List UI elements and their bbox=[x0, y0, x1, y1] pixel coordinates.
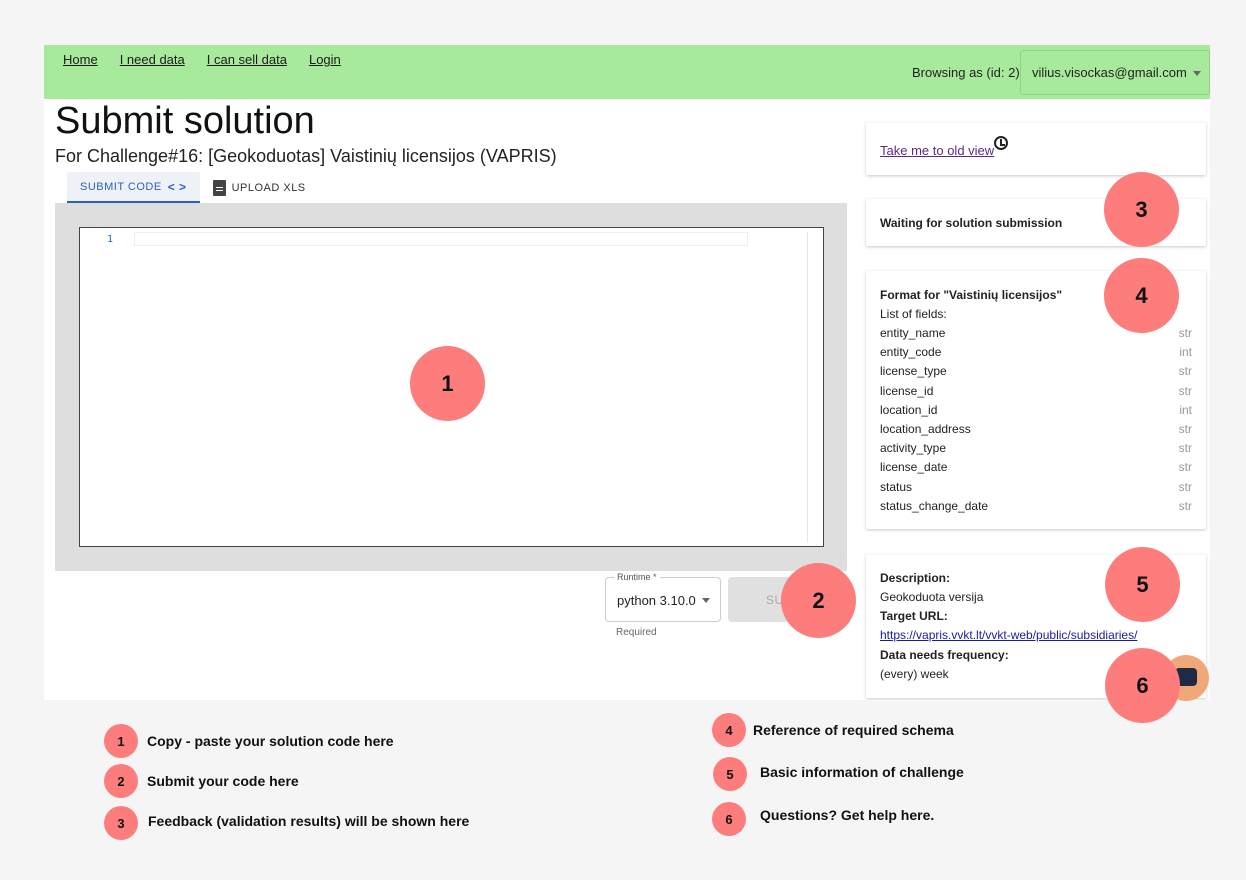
code-line[interactable] bbox=[134, 232, 748, 246]
runtime-select[interactable]: Runtime * python 3.10.0 bbox=[605, 572, 721, 622]
marker-2: 2 bbox=[781, 563, 856, 638]
legend-text-2: Submit your code here bbox=[147, 773, 299, 789]
old-view-link[interactable]: Take me to old view bbox=[880, 143, 994, 158]
field-name: status bbox=[880, 479, 913, 494]
field-row: activity_type str bbox=[880, 441, 1192, 460]
nav-login-link[interactable]: Login bbox=[309, 52, 341, 67]
format-title: Format for "Vaistinių licensijos" bbox=[880, 288, 1063, 302]
user-select[interactable]: vilius.visockas@gmail.com bbox=[1020, 50, 1210, 95]
browsing-as-label: Browsing as (id: 2) bbox=[912, 65, 1020, 80]
fields-list: entity_name str entity_code int license_type… bbox=[880, 326, 1192, 518]
legend-text-1: Copy - paste your solution code here bbox=[147, 733, 394, 749]
field-name: license_id bbox=[880, 383, 934, 398]
field-row: entity_code int bbox=[880, 345, 1192, 364]
field-name: license_date bbox=[880, 460, 948, 475]
nav-i-need-data-link[interactable]: I need data bbox=[120, 52, 185, 67]
field-name: activity_type bbox=[880, 441, 947, 456]
marker-3: 3 bbox=[1104, 172, 1179, 247]
field-name: entity_code bbox=[880, 345, 942, 360]
field-row: location_id int bbox=[880, 403, 1192, 422]
field-type: str bbox=[1178, 326, 1192, 340]
editor-scrollbar[interactable] bbox=[807, 232, 808, 542]
top-bar: Home I need data I can sell data Login B… bbox=[44, 45, 1210, 99]
field-row: license_type str bbox=[880, 364, 1192, 383]
runtime-helper-text: Required bbox=[616, 627, 657, 638]
legend-text-5: Basic information of challenge bbox=[760, 764, 964, 780]
target-url-label: Target URL: bbox=[880, 609, 948, 623]
legend-text-3: Feedback (validation results) will be sh… bbox=[148, 813, 470, 829]
legend-marker-3: 3 bbox=[104, 806, 138, 840]
field-type: int bbox=[1179, 345, 1192, 360]
old-view-card: Take me to old view bbox=[866, 123, 1206, 175]
marker-1: 1 bbox=[410, 346, 485, 421]
field-name: location_id bbox=[880, 402, 938, 417]
nav-i-can-sell-data-link[interactable]: I can sell data bbox=[207, 52, 287, 67]
frequency-value: (every) week bbox=[880, 667, 949, 681]
field-type: str bbox=[1178, 421, 1192, 436]
target-url-link[interactable]: https://vapris.vvkt.lt/vvkt-web/public/s… bbox=[880, 628, 1137, 642]
tab-upload-xls[interactable]: Upload XLS bbox=[200, 172, 319, 203]
field-type: str bbox=[1178, 441, 1192, 456]
field-row: license_id str bbox=[880, 384, 1192, 403]
tab-submit-code[interactable]: Submit code < > bbox=[67, 172, 200, 203]
field-type: str bbox=[1178, 383, 1192, 398]
runtime-label: Runtime * bbox=[614, 572, 660, 582]
tab-upload-xls-label: Upload XLS bbox=[231, 181, 306, 194]
app-window: Home I need data I can sell data Login B… bbox=[44, 45, 1210, 700]
caret-down-icon bbox=[1193, 71, 1201, 76]
legend-marker-2: 2 bbox=[104, 764, 138, 798]
field-type: str bbox=[1178, 460, 1192, 475]
code-icon: < > bbox=[167, 179, 187, 194]
field-name: license_type bbox=[880, 364, 947, 379]
legend-marker-4: 4 bbox=[712, 713, 746, 747]
caret-down-icon bbox=[702, 598, 710, 603]
field-type: str bbox=[1178, 364, 1192, 379]
legend-marker-6: 6 bbox=[712, 802, 746, 836]
frequency-label: Data needs frequency: bbox=[880, 648, 1009, 662]
field-name: location_address bbox=[880, 421, 971, 436]
fields-list-label: List of fields: bbox=[880, 307, 947, 321]
main-nav: Home I need data I can sell data Login bbox=[63, 52, 341, 67]
legend-marker-5: 5 bbox=[713, 757, 747, 791]
nav-home-link[interactable]: Home bbox=[63, 52, 98, 67]
document-icon bbox=[212, 179, 226, 196]
field-type: str bbox=[1178, 498, 1192, 513]
field-row: location_address str bbox=[880, 422, 1192, 441]
description-label: Description: bbox=[880, 571, 951, 585]
field-row: license_date str bbox=[880, 460, 1192, 479]
field-type: str bbox=[1178, 479, 1192, 494]
field-name: status_change_date bbox=[880, 498, 989, 513]
marker-6: 6 bbox=[1105, 648, 1180, 723]
field-row: status str bbox=[880, 480, 1192, 499]
legend-text-6: Questions? Get help here. bbox=[760, 807, 935, 823]
tab-bar: Submit code < > Upload XLS bbox=[67, 172, 319, 203]
legend-marker-1: 1 bbox=[104, 724, 138, 758]
user-email: vilius.visockas@gmail.com bbox=[1032, 65, 1187, 80]
marker-5: 5 bbox=[1105, 547, 1180, 622]
marker-4: 4 bbox=[1104, 258, 1179, 333]
page-title: Submit solution bbox=[55, 100, 315, 142]
field-row: status_change_date str bbox=[880, 499, 1192, 518]
tab-submit-code-label: Submit code bbox=[80, 180, 162, 193]
description-value: Geokoduota versija bbox=[880, 590, 984, 604]
runtime-value: python 3.10.0 bbox=[617, 593, 696, 608]
field-name: entity_name bbox=[880, 326, 946, 340]
submission-status: Waiting for solution submission bbox=[880, 216, 1063, 230]
legend-text-4: Reference of required schema bbox=[753, 722, 954, 738]
line-number: 1 bbox=[107, 234, 114, 245]
history-icon bbox=[994, 136, 1008, 150]
challenge-subtitle: For Challenge#16: [Geokoduotas] Vaistini… bbox=[55, 146, 557, 166]
field-type: int bbox=[1179, 402, 1192, 417]
